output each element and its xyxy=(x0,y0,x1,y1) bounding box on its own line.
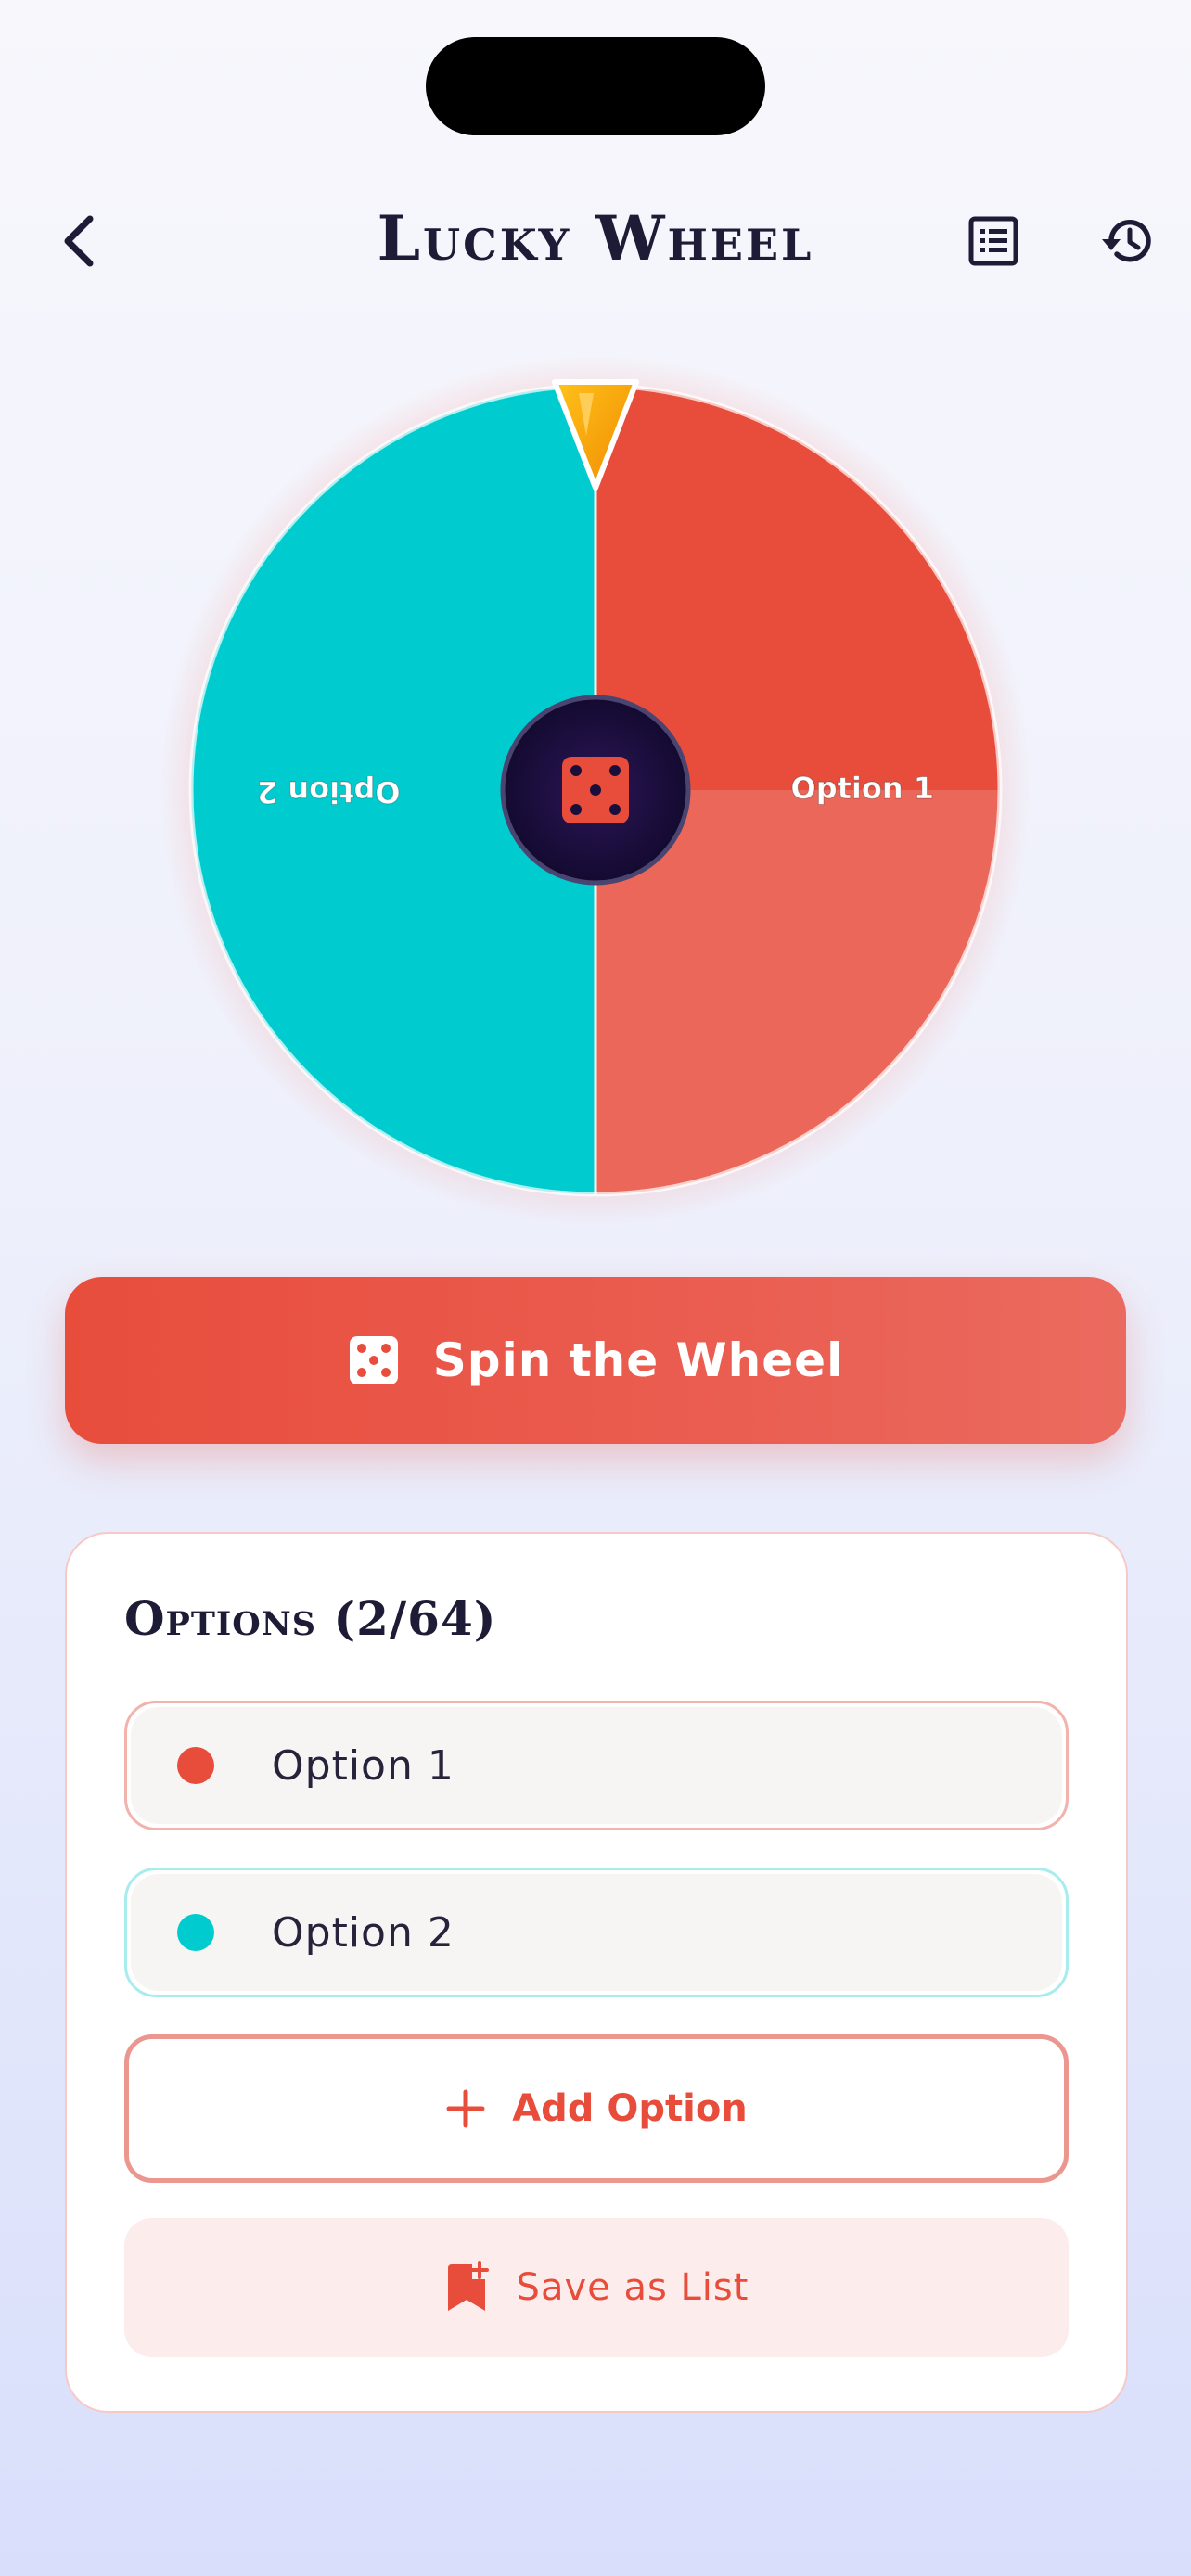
history-button[interactable] xyxy=(1091,209,1165,274)
spin-button[interactable]: Spin the Wheel xyxy=(65,1277,1126,1444)
save-as-list-label: Save as List xyxy=(516,2266,749,2309)
options-panel: Options (2/64) Option 1 Option 2 Add Opt… xyxy=(65,1532,1128,2413)
option-label: Option 2 xyxy=(272,1908,455,1957)
lucky-wheel[interactable]: Option 1 Option 2 xyxy=(160,354,1031,1226)
dice-icon xyxy=(349,1336,398,1384)
add-option-button[interactable]: Add Option xyxy=(124,2034,1069,2183)
add-option-label: Add Option xyxy=(512,2087,748,2130)
saved-lists-button[interactable] xyxy=(961,209,1026,274)
option-item[interactable]: Option 1 xyxy=(124,1701,1069,1830)
history-icon xyxy=(1102,220,1151,262)
options-title: Options (2/64) xyxy=(124,1591,497,1646)
camera-notch xyxy=(426,37,765,135)
list-icon xyxy=(968,216,1018,266)
spin-button-label: Spin the Wheel xyxy=(432,1333,844,1387)
wheel-segment-label: Option 2 xyxy=(257,774,401,810)
plus-icon xyxy=(446,2089,485,2128)
save-as-list-button[interactable]: Save as List xyxy=(124,2218,1069,2357)
option-item[interactable]: Option 2 xyxy=(124,1868,1069,1997)
wheel-segment-label: Option 1 xyxy=(790,771,934,806)
app-header: Lucky Wheel xyxy=(0,185,1191,297)
bookmark-plus-icon xyxy=(447,2261,489,2311)
option-color-dot xyxy=(177,1914,214,1951)
dice-icon xyxy=(562,757,629,823)
option-label: Option 1 xyxy=(272,1741,455,1790)
option-color-dot xyxy=(177,1747,214,1784)
wheel-hub[interactable] xyxy=(500,695,691,886)
